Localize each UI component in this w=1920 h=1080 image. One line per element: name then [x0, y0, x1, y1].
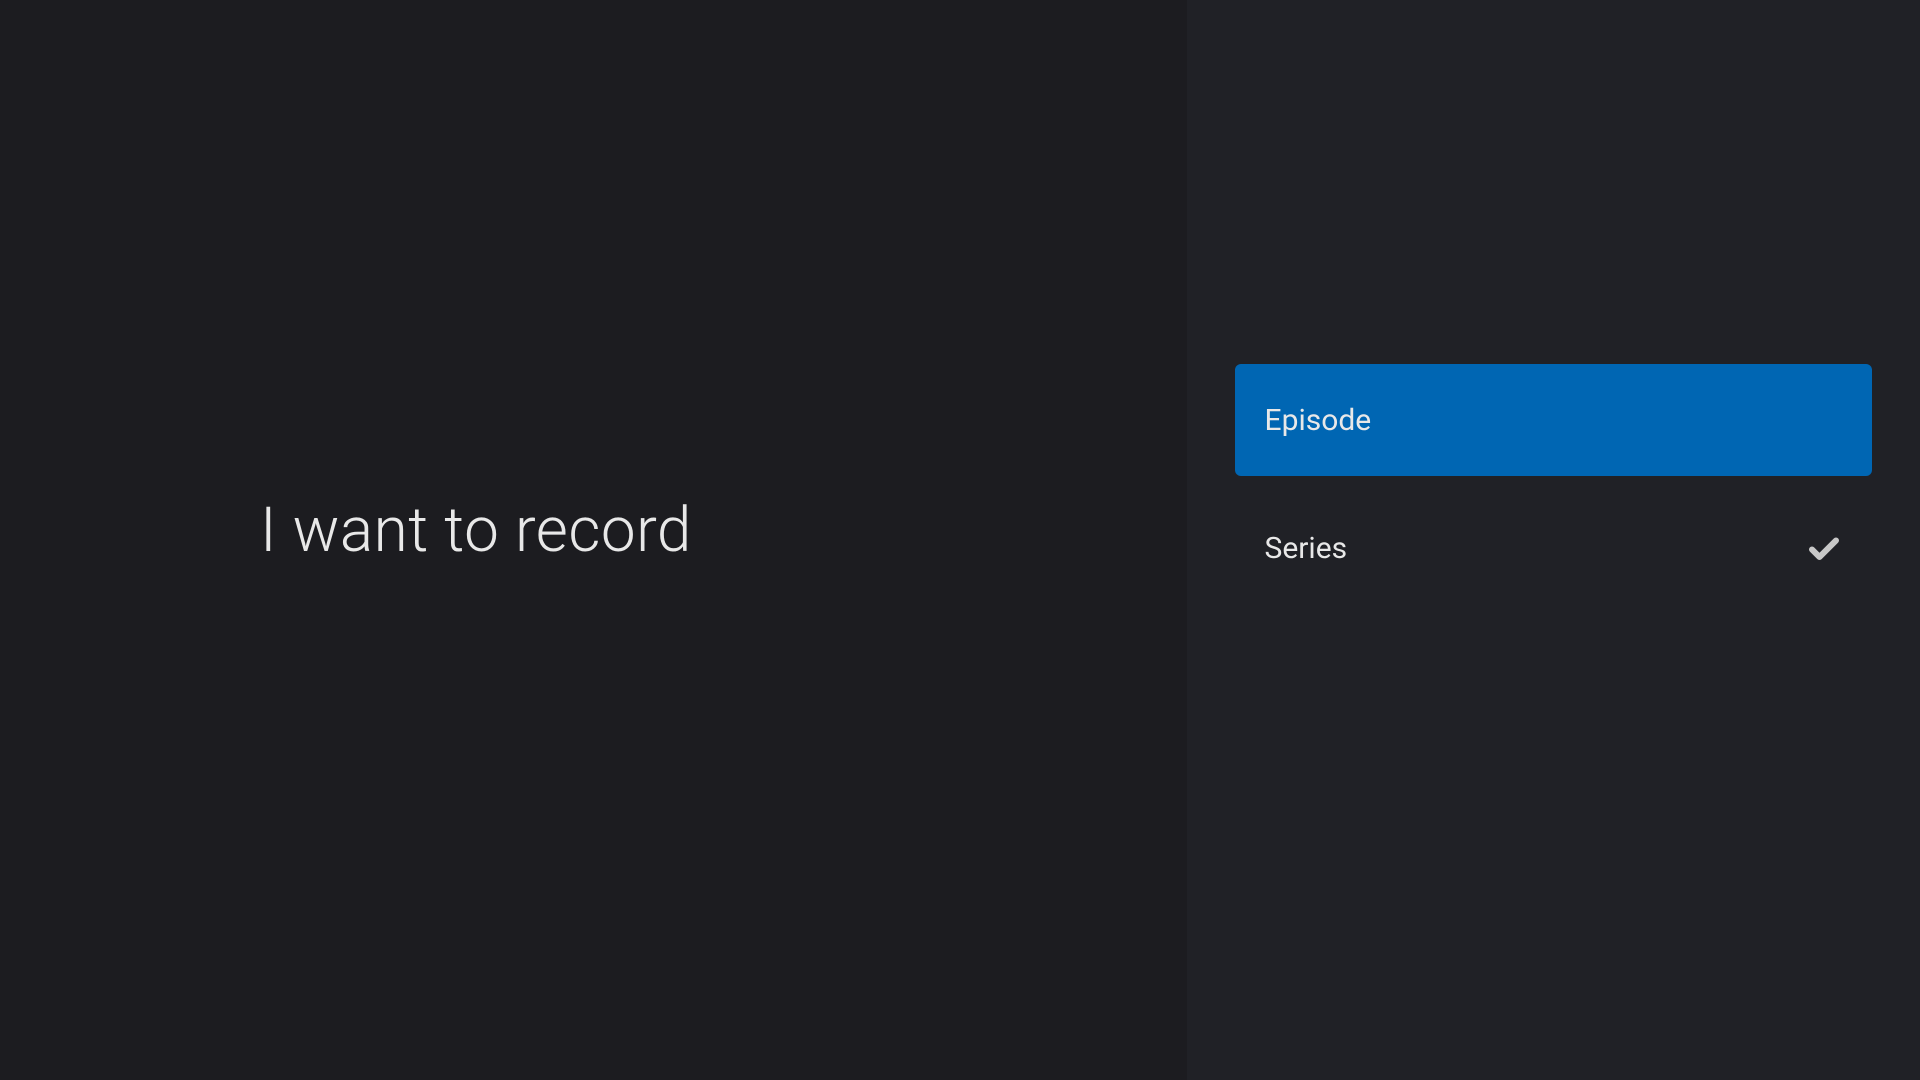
options-panel: Episode Series: [1187, 0, 1920, 1080]
option-label: Series: [1265, 531, 1348, 566]
prompt-panel: I want to record: [0, 0, 1187, 1080]
option-series[interactable]: Series: [1235, 492, 1872, 604]
option-episode[interactable]: Episode: [1235, 364, 1872, 476]
check-icon: [1806, 530, 1842, 566]
record-options-screen: I want to record Episode Series: [0, 0, 1920, 1080]
option-label: Episode: [1265, 403, 1372, 438]
prompt-title: I want to record: [260, 494, 692, 567]
